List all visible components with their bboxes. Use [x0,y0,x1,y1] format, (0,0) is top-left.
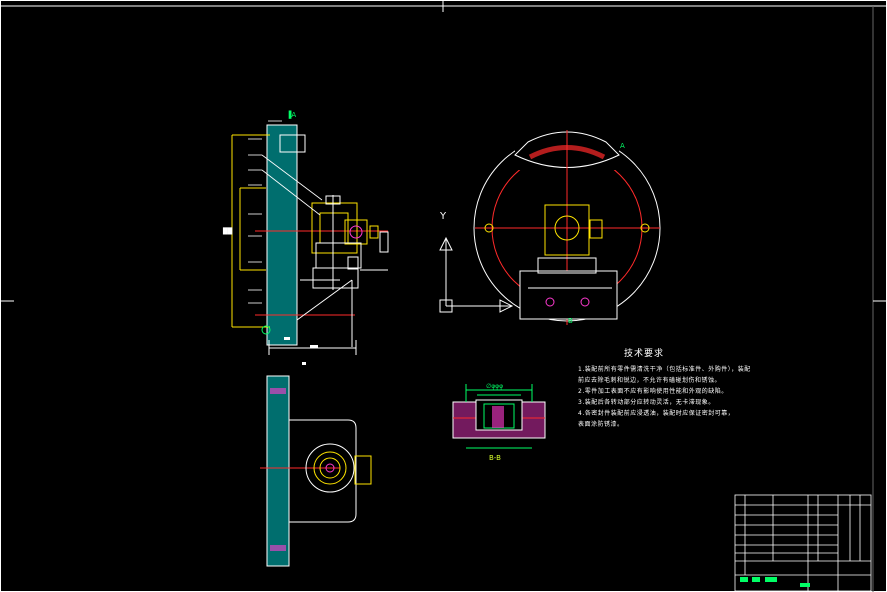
view-marker-b: B [568,317,573,325]
section-marker-top: ▐A [286,110,296,119]
ucs-axis-icon: Y [439,211,514,313]
dim-label-left: ██ [222,227,233,235]
left-view: ██ ▐A [222,110,389,365]
right-circular-view: A B [473,130,661,325]
section-label: B-B [489,454,501,462]
tech-line-6: 表面涂防锈漆。 [578,421,624,428]
view-marker-a: A [620,142,625,150]
technical-requirements-title: 技术要求 [624,349,665,359]
cad-drawing-canvas[interactable]: ██ ▐A A B Y [0,0,887,592]
tech-line-3: 2.零件加工表面不应有影响使用性能和外观的缺陷。 [578,388,728,395]
svg-text:Y: Y [439,211,447,222]
tech-line-4: 3.装配后各转动部分应转动灵活，无卡滞现象。 [578,399,715,406]
tech-line-5: 4.各密封件装配前应浸透油，装配时应保证密封可靠， [578,410,735,417]
bottom-view [260,375,372,567]
tech-line-1: 1.装配前所有零件需清洗干净（包括标准件、外购件），装配 [578,366,751,373]
viewport-frame [0,0,887,592]
section-detail [452,384,546,449]
title-block [734,494,872,592]
dimension-text: ∅φφφ [486,383,504,390]
tech-line-2: 前应去除毛刺和锐边，不允许有磕碰划伤和锈蚀。 [578,377,722,384]
